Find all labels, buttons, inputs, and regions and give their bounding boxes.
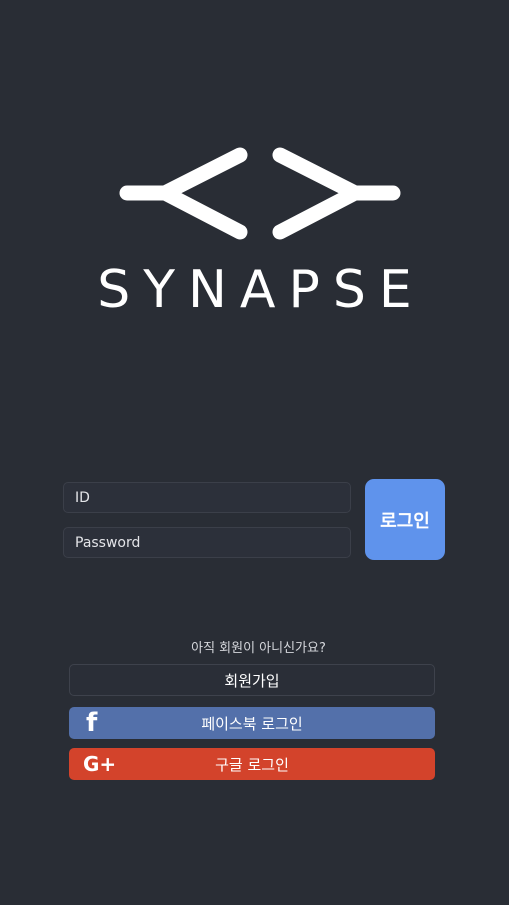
signup-prompt: 아직 회원이 아니신가요? (191, 641, 326, 656)
signup-button-label: 회원가입 (224, 671, 280, 690)
login-button[interactable]: 로그인 (365, 479, 445, 560)
synapse-logo-icon (119, 147, 401, 240)
signup-button[interactable]: 회원가입 (69, 664, 435, 696)
google-plus-icon: G+ (83, 752, 117, 776)
id-input[interactable] (63, 482, 351, 513)
facebook-login-button[interactable]: f 페이스북 로그인 (69, 707, 435, 739)
facebook-icon: f (86, 708, 98, 738)
google-login-button[interactable]: G+ 구글 로그인 (69, 748, 435, 780)
google-login-label: 구글 로그인 (215, 755, 289, 774)
app-wordmark: SYNAPSE (97, 260, 425, 320)
facebook-login-label: 페이스북 로그인 (201, 714, 303, 733)
login-screen: SYNAPSE 로그인 아직 회원이 아니신가요? 회원가입 f 페이스북 로그… (0, 0, 509, 905)
password-input[interactable] (63, 527, 351, 558)
